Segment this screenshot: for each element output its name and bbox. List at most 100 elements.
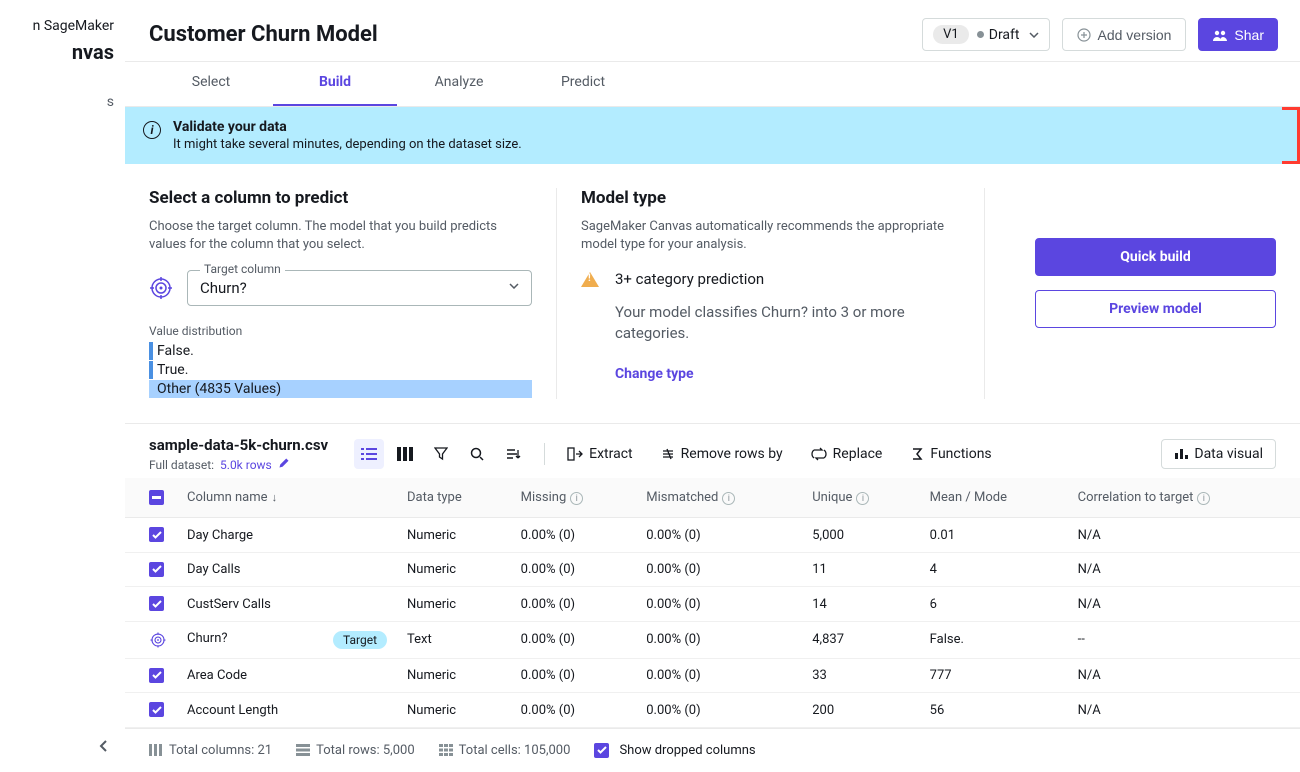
cell-mean-mode: 4 <box>920 552 1068 587</box>
extract-button[interactable]: Extract <box>561 442 638 466</box>
info-icon[interactable]: i <box>856 492 869 505</box>
table-footer: Total columns: 21 Total rows: 5,000 Tota… <box>125 728 1300 772</box>
replace-button[interactable]: Replace <box>805 442 889 466</box>
product-label: n SageMaker <box>0 18 114 34</box>
preview-model-button[interactable]: Preview model <box>1035 290 1276 328</box>
cell-unique: 33 <box>802 658 919 693</box>
replace-label: Replace <box>833 446 883 462</box>
pencil-icon[interactable] <box>278 457 290 469</box>
cell-mean-mode: 6 <box>920 587 1068 622</box>
model-type-description: Your model classifies Churn? into 3 or m… <box>615 302 960 344</box>
topbar: Customer Churn Model V1 Draft Add versio… <box>125 0 1300 62</box>
value-distribution-list: False.True.Other (4835 Values) <box>149 342 532 398</box>
predict-section-help: Choose the target column. The model that… <box>149 218 532 254</box>
info-icon: i <box>143 121 161 139</box>
info-icon[interactable]: i <box>1197 492 1210 505</box>
model-type-warning: 3+ category prediction <box>615 270 764 288</box>
cell-data-type: Numeric <box>397 518 511 553</box>
row-checkbox[interactable] <box>149 527 164 542</box>
quick-build-button[interactable]: Quick build <box>1035 238 1276 276</box>
change-type-link[interactable]: Change type <box>615 366 960 382</box>
cell-missing: 0.00% (0) <box>511 658 637 693</box>
table-row: Area CodeNumeric0.00% (0)0.00% (0)33777N… <box>125 658 1300 693</box>
cell-mean-mode: 777 <box>920 658 1068 693</box>
tabs: Select Build Analyze Predict <box>125 62 1300 107</box>
header-mean-mode[interactable]: Mean / Mode <box>930 490 1007 505</box>
target-column-select[interactable]: Target column Churn? <box>187 270 532 306</box>
cell-mismatched: 0.00% (0) <box>636 658 802 693</box>
row-checkbox[interactable] <box>149 596 164 611</box>
header-column-name[interactable]: Column name <box>187 490 268 505</box>
remove-rows-button[interactable]: Remove rows by <box>655 442 789 466</box>
header-missing[interactable]: Missing <box>521 490 567 505</box>
cell-unique: 14 <box>802 587 919 622</box>
add-version-button[interactable]: Add version <box>1062 18 1186 51</box>
dataset-full-label: Full dataset: <box>149 458 214 472</box>
columns-table: Column name↓ Data type Missingi Mismatch… <box>125 478 1300 728</box>
chevron-down-icon <box>509 283 519 289</box>
header-unique[interactable]: Unique <box>812 490 852 505</box>
cell-column-name: CustServ Calls <box>187 597 271 612</box>
cells-icon <box>439 744 453 756</box>
header-mismatched[interactable]: Mismatched <box>646 490 718 505</box>
sidebar-nav-item-2[interactable]: s <box>0 94 114 110</box>
functions-button[interactable]: Functions <box>904 442 997 466</box>
select-all-checkbox[interactable] <box>149 490 164 505</box>
cell-unique: 200 <box>802 693 919 728</box>
cell-column-name: Day Charge <box>187 528 253 543</box>
cell-correlation: N/A <box>1068 518 1300 553</box>
header-correlation[interactable]: Correlation to target <box>1078 490 1194 505</box>
cell-unique: 5,000 <box>802 518 919 553</box>
header-data-type[interactable]: Data type <box>407 490 462 505</box>
search-icon[interactable] <box>462 439 492 469</box>
dataset-rows-link[interactable]: 5.0k rows <box>220 458 272 472</box>
tab-select[interactable]: Select <box>149 62 273 106</box>
grid-view-icon[interactable] <box>390 439 420 469</box>
chevron-down-icon <box>1029 32 1039 38</box>
extract-label: Extract <box>589 446 632 462</box>
tab-predict[interactable]: Predict <box>521 62 645 106</box>
tab-analyze[interactable]: Analyze <box>397 62 521 106</box>
cell-correlation: N/A <box>1068 693 1300 728</box>
cell-correlation: N/A <box>1068 587 1300 622</box>
tab-build[interactable]: Build <box>273 62 397 106</box>
show-dropped-label: Show dropped columns <box>619 743 755 758</box>
target-icon <box>149 276 173 300</box>
cell-unique: 11 <box>802 552 919 587</box>
status-dot-icon <box>977 31 984 38</box>
filter-icon[interactable] <box>426 439 456 469</box>
info-icon[interactable]: i <box>570 492 583 505</box>
show-dropped-checkbox[interactable] <box>594 743 609 758</box>
info-icon[interactable]: i <box>722 492 735 505</box>
brand-label: nvas <box>0 40 114 64</box>
share-button[interactable]: Shar <box>1198 18 1278 51</box>
value-distribution-item: False. <box>149 342 532 360</box>
version-selector[interactable]: V1 Draft <box>922 18 1050 51</box>
cell-missing: 0.00% (0) <box>511 518 637 553</box>
cell-column-name: Account Length <box>187 703 278 718</box>
plus-circle-icon <box>1077 28 1091 42</box>
value-distribution-item: Other (4835 Values) <box>149 380 532 398</box>
row-checkbox[interactable] <box>149 562 164 577</box>
highlighted-region <box>1282 107 1300 164</box>
footer-total-columns: Total columns: 21 <box>169 743 272 758</box>
cell-correlation: N/A <box>1068 658 1300 693</box>
cell-mean-mode: 56 <box>920 693 1068 728</box>
data-visualization-button[interactable]: Data visual <box>1161 439 1276 469</box>
cell-mismatched: 0.00% (0) <box>636 693 802 728</box>
collapse-sidebar-icon[interactable] <box>96 738 112 754</box>
people-icon <box>1212 29 1228 41</box>
list-view-icon[interactable] <box>354 439 384 469</box>
page-title: Customer Churn Model <box>149 22 378 47</box>
row-checkbox[interactable] <box>149 668 164 683</box>
sort-down-icon: ↓ <box>272 491 278 504</box>
sort-icon[interactable] <box>498 439 528 469</box>
model-type-help: SageMaker Canvas automatically recommend… <box>581 218 960 254</box>
cell-column-name: Day Calls <box>187 562 240 577</box>
left-sidebar: n SageMaker nvas s <box>0 0 125 772</box>
row-checkbox[interactable] <box>149 702 164 717</box>
table-row: Account LengthNumeric0.00% (0)0.00% (0)2… <box>125 693 1300 728</box>
cell-column-name: Area Code <box>187 668 247 683</box>
dataset-name: sample-data-5k-churn.csv <box>149 436 328 454</box>
cell-data-type: Text <box>397 621 511 658</box>
